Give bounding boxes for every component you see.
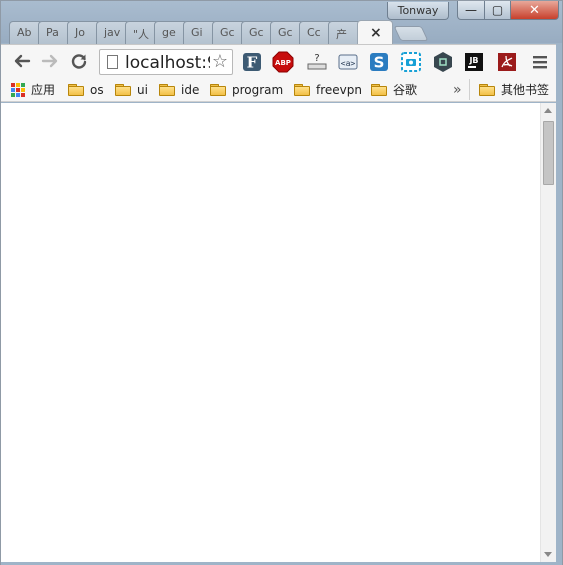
browser-window: Tonway — ▢ ✕ Ab Pa Jo jav "人 ge Gi Gc Gc… (0, 0, 563, 565)
folder-icon (159, 83, 175, 96)
scroll-up-icon[interactable] (544, 108, 552, 113)
shield-icon (434, 52, 452, 72)
adblock-plus-button[interactable]: ABP (272, 51, 294, 73)
close-icon: ✕ (529, 2, 540, 18)
svg-text:JB: JB (468, 56, 478, 65)
pdf-extension-button[interactable] (496, 51, 518, 73)
folder-icon (210, 83, 226, 96)
maximize-icon: ▢ (491, 3, 504, 17)
svg-text:ABP: ABP (275, 59, 291, 67)
f-icon: F (243, 53, 261, 72)
page-content[interactable] (1, 103, 540, 562)
forward-button[interactable] (39, 51, 61, 73)
apps-grid-icon (11, 82, 25, 97)
bookmark-folder[interactable]: freevpn (294, 81, 362, 98)
tab-label: Gi (191, 26, 203, 39)
bookmark-folder[interactable]: ide (159, 81, 199, 98)
reload-button[interactable] (68, 51, 90, 73)
close-window-button[interactable]: ✕ (511, 1, 559, 20)
window-frame-right (556, 44, 562, 564)
bookmark-label: os (90, 82, 104, 97)
shield-extension-button[interactable] (432, 51, 454, 73)
abp-icon: ABP (272, 51, 294, 73)
tab-strip: Ab Pa Jo jav "人 ge Gi Gc Gc Gc Cc 产 × (9, 20, 429, 44)
question-icon: ? (307, 53, 327, 70)
folder-icon (294, 83, 310, 96)
bookmark-folder[interactable]: program (210, 81, 283, 98)
menu-button[interactable] (529, 51, 551, 73)
folder-icon (479, 83, 495, 96)
maximize-button[interactable]: ▢ (485, 1, 511, 20)
folder-icon (115, 83, 131, 96)
bookmark-other[interactable]: 其他书签 (479, 81, 549, 98)
tab-label: Gc (220, 26, 235, 39)
f-extension-button[interactable]: F (241, 51, 263, 73)
back-button[interactable] (11, 51, 33, 73)
camera-icon (401, 52, 421, 72)
new-tab-button[interactable] (393, 26, 429, 41)
bookmarks-bar: 应用 os ui ide program freevpn 谷歌 » 其他书签 (1, 77, 562, 102)
svg-text:F: F (247, 54, 258, 72)
reload-icon (71, 54, 87, 69)
screenshot-extension-button[interactable] (400, 51, 422, 73)
svg-text:S: S (374, 54, 385, 72)
bookmark-label: program (232, 82, 284, 97)
bookmark-folder[interactable]: os (68, 81, 104, 98)
folder-icon (371, 83, 387, 96)
bookmark-apps[interactable]: 应用 (11, 81, 55, 98)
bookmark-label: ui (137, 82, 148, 97)
tab-label: jav (104, 26, 121, 39)
bookmark-label: 其他书签 (501, 83, 550, 97)
tab-label: ge (162, 26, 176, 39)
svg-text:<a>: <a> (341, 59, 356, 68)
folder-icon (68, 83, 84, 96)
bookmark-folder[interactable]: 谷歌 (371, 81, 417, 98)
tab-label: Gc (249, 26, 264, 39)
tab-label: Gc (278, 26, 293, 39)
tab-label: Ab (17, 26, 32, 39)
bookmark-label: freevpn (316, 82, 362, 97)
svg-text:?: ? (314, 53, 319, 64)
title-bar: Tonway — ▢ ✕ Ab Pa Jo jav "人 ge Gi Gc Gc… (1, 1, 562, 44)
tab-label: 产 (336, 28, 347, 41)
tab-label: Jo (75, 26, 85, 39)
bookmarks-divider (469, 79, 470, 100)
pdf-icon (498, 53, 516, 71)
star-icon[interactable]: ☆ (210, 51, 230, 73)
tag-icon: <a> (338, 54, 358, 70)
tab-label: "人 (133, 28, 150, 41)
toolbar: localhost:9 ☆ F ABP ? <a> S JB (1, 44, 562, 77)
scroll-thumb[interactable] (543, 121, 554, 185)
chevron-double-right-icon: » (453, 81, 462, 98)
bookmark-label: 应用 (31, 83, 56, 97)
question-extension-button[interactable]: ? (306, 51, 328, 73)
tab-active[interactable]: × (357, 20, 393, 44)
scroll-down-icon[interactable] (544, 552, 552, 557)
profile-button[interactable]: Tonway (387, 2, 449, 20)
forward-icon (41, 54, 58, 68)
tab-label: Pa (46, 26, 59, 39)
url-text[interactable]: localhost:9 (125, 53, 218, 73)
minimize-button[interactable]: — (457, 1, 485, 20)
s-extension-button[interactable]: S (368, 51, 390, 73)
bookmark-label: ide (181, 82, 200, 97)
address-bar[interactable]: localhost:9 ☆ (99, 49, 233, 75)
menu-icon (533, 56, 547, 69)
bookmark-label: 谷歌 (393, 83, 418, 97)
page-icon (107, 55, 118, 69)
minimize-icon: — (465, 3, 477, 17)
bookmarks-overflow-button[interactable]: » (453, 81, 462, 98)
vertical-scrollbar[interactable] (540, 103, 556, 562)
close-tab-icon[interactable]: × (370, 25, 382, 41)
tag-extension-button[interactable]: <a> (337, 51, 359, 73)
jetbrains-extension-button[interactable]: JB (463, 51, 485, 73)
tab-label: Cc (307, 26, 321, 39)
jb-icon: JB (465, 53, 483, 71)
s-icon: S (370, 53, 388, 72)
back-icon (14, 54, 31, 68)
bookmark-folder[interactable]: ui (115, 81, 148, 98)
